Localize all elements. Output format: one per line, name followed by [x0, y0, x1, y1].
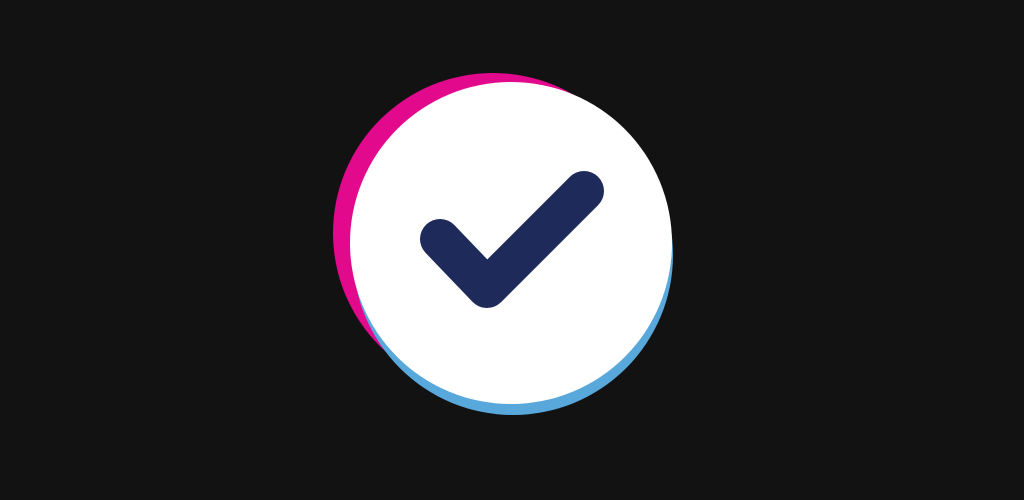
splash-screen	[0, 0, 1024, 500]
app-logo	[333, 73, 673, 415]
